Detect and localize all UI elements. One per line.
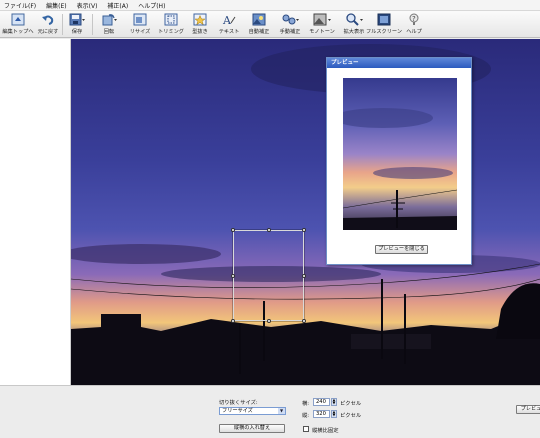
auto-correct-button[interactable]: 自動補正 bbox=[246, 12, 272, 37]
trim-icon bbox=[164, 12, 178, 27]
fullscreen-button[interactable]: フルスクリーン bbox=[366, 12, 402, 37]
edit-top-icon bbox=[11, 12, 25, 27]
aspect-ratio-label: 縦横比固定 bbox=[312, 428, 339, 434]
chevron-down-icon: ▼ bbox=[278, 408, 285, 414]
menu-file[interactable]: ファイル(F) bbox=[4, 1, 36, 10]
preview-window: プレビュー プレビューを閉じる bbox=[326, 57, 472, 265]
width-input[interactable]: 240 bbox=[313, 398, 330, 406]
help-icon: ? bbox=[407, 12, 421, 27]
crop-size-value: フリーサイズ bbox=[222, 408, 253, 414]
height-input[interactable]: 320 bbox=[313, 410, 330, 418]
zoom-button[interactable]: 拡大表示 bbox=[340, 12, 368, 37]
auto-correct-icon bbox=[252, 12, 266, 27]
height-unit: ピクセル bbox=[340, 413, 362, 419]
fullscreen-icon bbox=[377, 12, 391, 27]
resize-icon bbox=[133, 12, 147, 27]
shape-cut-icon bbox=[193, 12, 207, 27]
left-pane bbox=[0, 39, 71, 385]
crop-handle[interactable] bbox=[231, 228, 235, 232]
crop-size-select[interactable]: フリーサイズ ▼ bbox=[219, 407, 286, 415]
close-preview-button[interactable]: プレビューを閉じる bbox=[375, 245, 428, 254]
crop-handle[interactable] bbox=[302, 319, 306, 323]
shape-cut-button[interactable]: 型抜き bbox=[190, 12, 210, 37]
resize-button[interactable]: リサイズ bbox=[128, 12, 152, 37]
crop-handle[interactable] bbox=[302, 228, 306, 232]
menu-help[interactable]: ヘルプ(H) bbox=[138, 1, 165, 10]
preview-title: プレビュー bbox=[327, 58, 471, 68]
crop-handle[interactable] bbox=[302, 274, 306, 278]
rotate-button[interactable]: 回転 bbox=[98, 12, 120, 37]
monotone-button[interactable]: モノトーン bbox=[308, 12, 336, 37]
menu-bar: ファイル(F) 編集(E) 表示(V) 補正(A) ヘルプ(H) bbox=[0, 0, 540, 11]
crop-size-label: 切り抜くサイズ: bbox=[219, 400, 258, 406]
preview-button[interactable]: プレビュ bbox=[516, 405, 540, 414]
preview-image bbox=[343, 78, 457, 230]
height-label: 縦: bbox=[302, 413, 310, 419]
undo-icon bbox=[41, 12, 55, 27]
swap-orientation-button[interactable]: 縦横の入れ替え bbox=[219, 424, 285, 433]
toolbar-separator bbox=[92, 14, 93, 35]
help-button[interactable]: ? ヘルプ bbox=[404, 12, 424, 37]
width-label: 横: bbox=[302, 401, 310, 407]
crop-settings-panel: 切り抜くサイズ: フリーサイズ ▼ 縦横の入れ替え 横: 240 ▲ ▼ ピクセル… bbox=[0, 385, 540, 438]
crop-handle[interactable] bbox=[231, 319, 235, 323]
aspect-ratio-checkbox[interactable] bbox=[303, 426, 309, 432]
menu-view[interactable]: 表示(V) bbox=[77, 1, 98, 10]
crop-selection[interactable] bbox=[231, 228, 306, 323]
svg-text:?: ? bbox=[412, 15, 416, 23]
toolbar-separator bbox=[62, 14, 63, 35]
crop-handle[interactable] bbox=[267, 319, 271, 323]
edit-top-button[interactable]: 編集トップへ bbox=[2, 12, 34, 37]
zoom-icon bbox=[345, 12, 363, 27]
monotone-icon bbox=[313, 12, 331, 27]
manual-correct-button[interactable]: 手動補正 bbox=[276, 12, 304, 37]
text-icon: A bbox=[222, 12, 236, 27]
undo-button[interactable]: 元に戻す bbox=[36, 12, 60, 37]
toolbar: 編集トップへ 元に戻す 保存 回転 リサイズ トリミング 型抜き A テキスト … bbox=[0, 11, 540, 38]
save-button[interactable]: 保存 bbox=[66, 12, 88, 37]
image-canvas[interactable]: プレビュー プレビューを閉じる bbox=[71, 39, 540, 385]
manual-correct-icon bbox=[281, 12, 299, 27]
crop-handle[interactable] bbox=[231, 274, 235, 278]
width-stepper[interactable]: ▲ ▼ bbox=[331, 398, 337, 406]
width-unit: ピクセル bbox=[340, 401, 362, 407]
text-button[interactable]: A テキスト bbox=[218, 12, 240, 37]
crop-handle[interactable] bbox=[267, 228, 271, 232]
save-icon bbox=[69, 12, 85, 27]
menu-edit[interactable]: 編集(E) bbox=[46, 1, 66, 10]
rotate-icon bbox=[101, 12, 117, 27]
menu-adjust[interactable]: 補正(A) bbox=[107, 1, 128, 10]
svg-text:A: A bbox=[222, 14, 232, 26]
trim-button[interactable]: トリミング bbox=[158, 12, 184, 37]
height-stepper[interactable]: ▲ ▼ bbox=[331, 410, 337, 418]
